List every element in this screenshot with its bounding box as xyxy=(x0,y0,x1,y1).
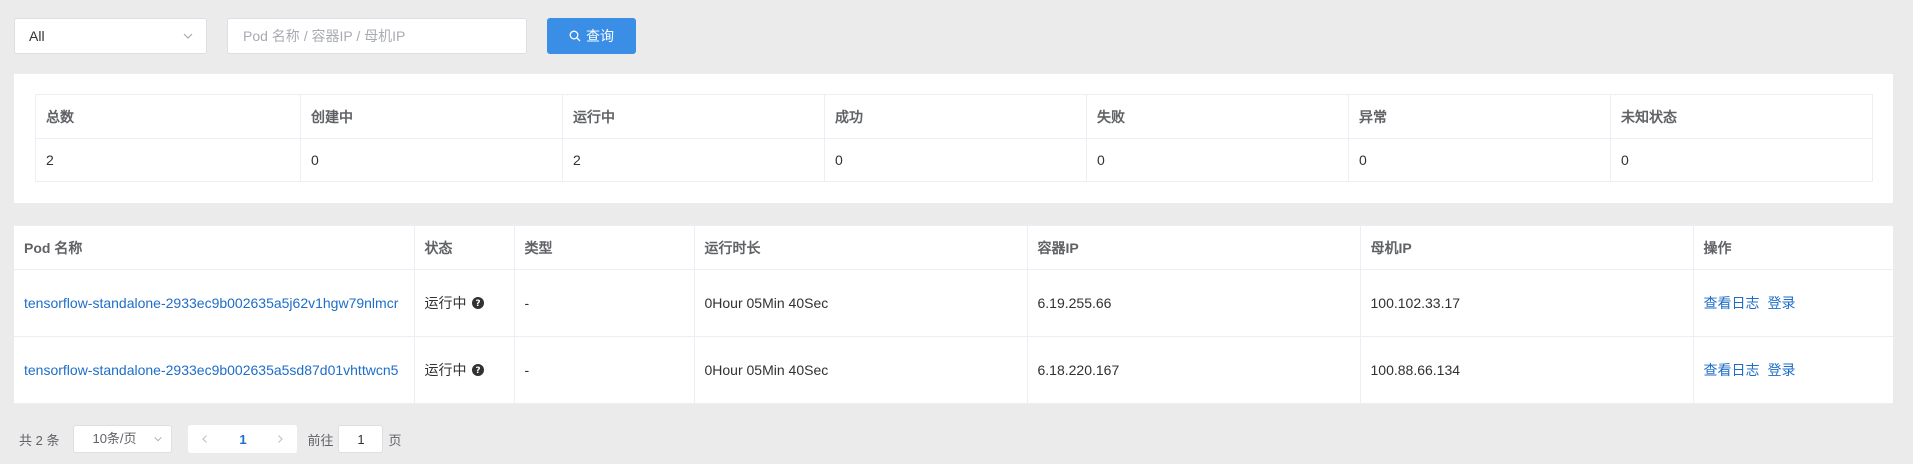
chevron-down-icon xyxy=(183,33,193,39)
status-badge: 运行中? xyxy=(425,293,484,313)
col-header-pod-name: Pod 名称 xyxy=(14,225,415,270)
host-ip-cell: 100.102.33.17 xyxy=(1359,269,1694,337)
pods-panel: Pod 名称 状态 类型 运行时长 容器IP 母机IP 操作 tensorflo… xyxy=(14,225,1893,404)
pod-name-cell: tensorflow-standalone-2933ec9b002635a5sd… xyxy=(14,336,415,404)
pod-name-cell: tensorflow-standalone-2933ec9b002635a5j6… xyxy=(14,269,415,337)
chevron-down-icon xyxy=(154,436,163,442)
stats-header-abnormal: 异常 xyxy=(1348,94,1611,139)
col-header-container-ip: 容器IP xyxy=(1026,225,1361,270)
page-number-current[interactable]: 1 xyxy=(239,432,246,447)
goto-prefix: 前往 xyxy=(307,432,334,448)
col-header-duration: 运行时长 xyxy=(693,225,1028,270)
pods-header-row: Pod 名称 状态 类型 运行时长 容器IP 母机IP 操作 xyxy=(14,225,1893,270)
stats-value-succeeded: 0 xyxy=(824,138,1087,182)
stats-header-creating: 创建中 xyxy=(300,94,563,139)
col-header-actions: 操作 xyxy=(1692,225,1893,270)
svg-text:?: ? xyxy=(475,299,480,309)
namespace-select-value: All xyxy=(29,28,45,44)
question-circle-icon[interactable]: ? xyxy=(471,364,484,376)
status-badge: 运行中? xyxy=(425,360,484,380)
total-count: 共 2 条 xyxy=(19,432,60,448)
stats-value-creating: 0 xyxy=(300,138,563,182)
duration-cell: 0Hour 05Min 40Sec xyxy=(693,336,1028,404)
login-link[interactable]: 登录 xyxy=(1768,362,1796,378)
goto-page-input[interactable] xyxy=(338,425,384,453)
stats-value-abnormal: 0 xyxy=(1348,138,1611,182)
stats-table: 总数 创建中 运行中 成功 失败 异常 未知状态 2 0 2 0 0 0 0 xyxy=(35,94,1873,182)
chevron-left-icon[interactable] xyxy=(200,434,210,444)
stats-header-running: 运行中 xyxy=(562,94,825,139)
pod-name-link[interactable]: tensorflow-standalone-2933ec9b002635a5j6… xyxy=(24,292,404,314)
host-ip-cell: 100.88.66.134 xyxy=(1359,336,1694,404)
status-cell: 运行中? xyxy=(413,269,515,337)
namespace-select[interactable]: All xyxy=(14,18,207,54)
goto-suffix: 页 xyxy=(388,432,402,448)
container-ip-cell: 6.18.220.167 xyxy=(1026,336,1361,404)
stats-value-total: 2 xyxy=(35,138,301,182)
actions-cell: 查看日志 登录 xyxy=(1692,269,1893,337)
page-size-select[interactable]: 10条/页 xyxy=(73,425,173,453)
view-logs-link[interactable]: 查看日志 xyxy=(1704,362,1760,378)
page-navigator: 1 xyxy=(188,425,298,453)
stats-header-unknown: 未知状态 xyxy=(1610,94,1873,139)
table-row: tensorflow-standalone-2933ec9b002635a5j6… xyxy=(14,269,1893,337)
pods-table: Pod 名称 状态 类型 运行时长 容器IP 母机IP 操作 tensorflo… xyxy=(14,225,1893,404)
stats-value-row: 2 0 2 0 0 0 0 xyxy=(35,138,1873,182)
stats-header-succeeded: 成功 xyxy=(824,94,1087,139)
status-text: 运行中 xyxy=(424,295,467,311)
question-circle-icon[interactable]: ? xyxy=(471,297,484,309)
query-button[interactable]: 查询 xyxy=(547,18,636,54)
pod-name-link[interactable]: tensorflow-standalone-2933ec9b002635a5sd… xyxy=(24,359,404,381)
status-text: 运行中 xyxy=(424,362,467,378)
duration-cell: 0Hour 05Min 40Sec xyxy=(693,269,1028,337)
stats-value-failed: 0 xyxy=(1086,138,1349,182)
actions-cell: 查看日志 登录 xyxy=(1692,336,1893,404)
container-ip-cell: 6.19.255.66 xyxy=(1026,269,1361,337)
table-row: tensorflow-standalone-2933ec9b002635a5sd… xyxy=(14,336,1893,404)
view-logs-link[interactable]: 查看日志 xyxy=(1704,295,1760,311)
stats-header-row: 总数 创建中 运行中 成功 失败 异常 未知状态 xyxy=(35,94,1873,139)
chevron-right-icon[interactable] xyxy=(275,434,285,444)
login-link[interactable]: 登录 xyxy=(1768,295,1796,311)
stats-panel: 总数 创建中 运行中 成功 失败 异常 未知状态 2 0 2 0 0 0 0 xyxy=(14,74,1893,203)
search-input[interactable] xyxy=(227,18,527,54)
col-header-type: 类型 xyxy=(513,225,695,270)
pagination: 共 2 条 10条/页 1 前往 页 xyxy=(19,425,402,453)
col-header-status: 状态 xyxy=(413,225,515,270)
stats-value-running: 2 xyxy=(562,138,825,182)
type-cell: - xyxy=(513,336,695,404)
stats-value-unknown: 0 xyxy=(1610,138,1873,182)
stats-header-total: 总数 xyxy=(35,94,301,139)
status-cell: 运行中? xyxy=(413,336,515,404)
page-size-value: 10条/页 xyxy=(92,431,137,446)
stats-header-failed: 失败 xyxy=(1086,94,1349,139)
search-icon xyxy=(569,30,581,42)
type-cell: - xyxy=(513,269,695,337)
col-header-host-ip: 母机IP xyxy=(1359,225,1694,270)
query-button-label: 查询 xyxy=(586,28,614,44)
svg-text:?: ? xyxy=(475,366,480,376)
